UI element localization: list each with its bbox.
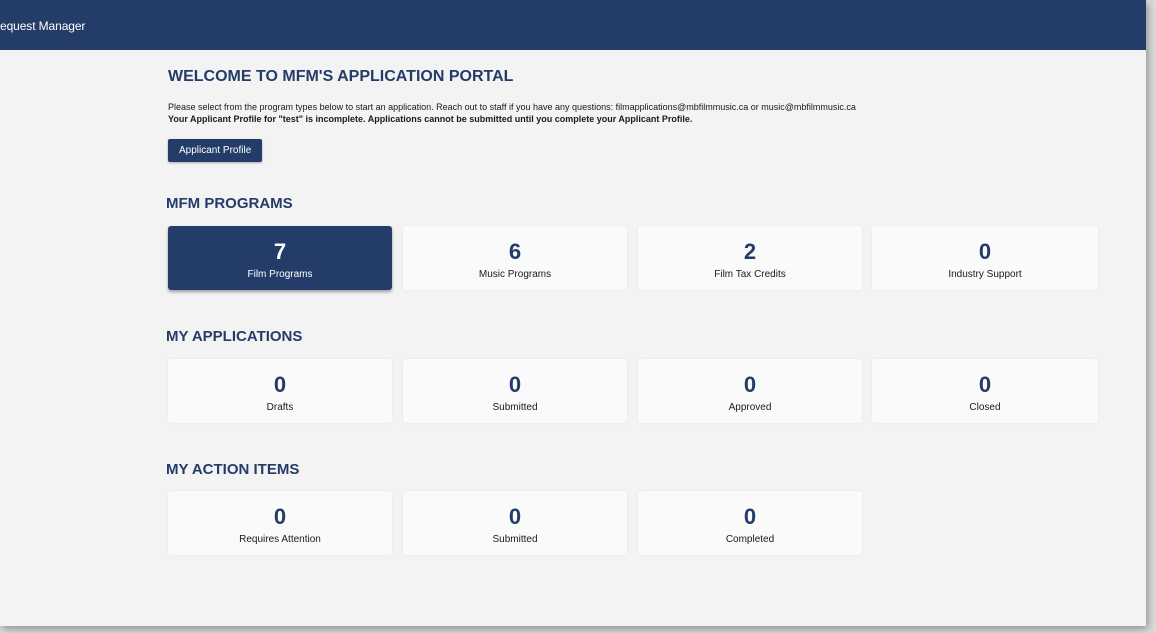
program-label: Film Programs bbox=[247, 269, 313, 280]
action-items-title: MY ACTION ITEMS bbox=[166, 461, 300, 478]
program-card-industry-support[interactable]: 0 Industry Support bbox=[872, 226, 1098, 290]
top-bar: equest Manager bbox=[0, 0, 1146, 50]
app-title: equest Manager bbox=[0, 19, 86, 33]
program-card-film-tax-credits[interactable]: 2 Film Tax Credits bbox=[638, 226, 862, 290]
programs-cards: 7 Film Programs 6 Music Programs 2 Film … bbox=[168, 226, 1100, 290]
program-card-film[interactable]: 7 Film Programs bbox=[168, 226, 392, 290]
applications-title: MY APPLICATIONS bbox=[166, 328, 303, 345]
program-card-music[interactable]: 6 Music Programs bbox=[403, 226, 627, 290]
applications-label: Submitted bbox=[492, 402, 538, 413]
applications-card-submitted[interactable]: 0 Submitted bbox=[403, 359, 627, 423]
applications-count: 0 bbox=[508, 372, 522, 397]
program-label: Music Programs bbox=[478, 269, 552, 280]
action-card-completed[interactable]: 0 Completed bbox=[638, 491, 862, 555]
action-count: 0 bbox=[743, 504, 757, 529]
program-count: 6 bbox=[508, 239, 522, 264]
applications-cards: 0 Drafts 0 Submitted 0 Approved 0 Closed bbox=[168, 359, 1100, 423]
action-items-cards: 0 Requires Attention 0 Submitted 0 Compl… bbox=[168, 491, 1100, 555]
welcome-title: WELCOME TO MFM'S APPLICATION PORTAL bbox=[168, 68, 514, 85]
applications-label: Approved bbox=[728, 402, 772, 413]
action-count: 0 bbox=[273, 504, 287, 529]
applications-count: 0 bbox=[273, 372, 287, 397]
action-card-requires-attention[interactable]: 0 Requires Attention bbox=[168, 491, 392, 555]
action-label: Requires Attention bbox=[239, 534, 321, 545]
applications-card-drafts[interactable]: 0 Drafts bbox=[168, 359, 392, 423]
applications-label: Closed bbox=[969, 402, 1001, 413]
intro-text: Please select from the program types bel… bbox=[168, 102, 856, 112]
profile-warning: Your Applicant Profile for "test" is inc… bbox=[168, 114, 693, 124]
programs-title: MFM PROGRAMS bbox=[166, 195, 293, 212]
program-count: 7 bbox=[273, 239, 287, 264]
program-label: Industry Support bbox=[948, 269, 1022, 280]
action-card-submitted[interactable]: 0 Submitted bbox=[403, 491, 627, 555]
action-count: 0 bbox=[508, 504, 522, 529]
applications-count: 0 bbox=[743, 372, 757, 397]
program-count: 2 bbox=[743, 239, 757, 264]
applications-card-approved[interactable]: 0 Approved bbox=[638, 359, 862, 423]
program-count: 0 bbox=[978, 239, 992, 264]
applications-card-closed[interactable]: 0 Closed bbox=[872, 359, 1098, 423]
applications-label: Drafts bbox=[266, 402, 294, 413]
action-label: Submitted bbox=[492, 534, 538, 545]
action-label: Completed bbox=[725, 534, 775, 545]
applications-count: 0 bbox=[978, 372, 992, 397]
app-window: equest Manager WELCOME TO MFM'S APPLICAT… bbox=[0, 0, 1146, 626]
program-label: Film Tax Credits bbox=[714, 269, 786, 280]
applicant-profile-button[interactable]: Applicant Profile bbox=[168, 139, 263, 162]
